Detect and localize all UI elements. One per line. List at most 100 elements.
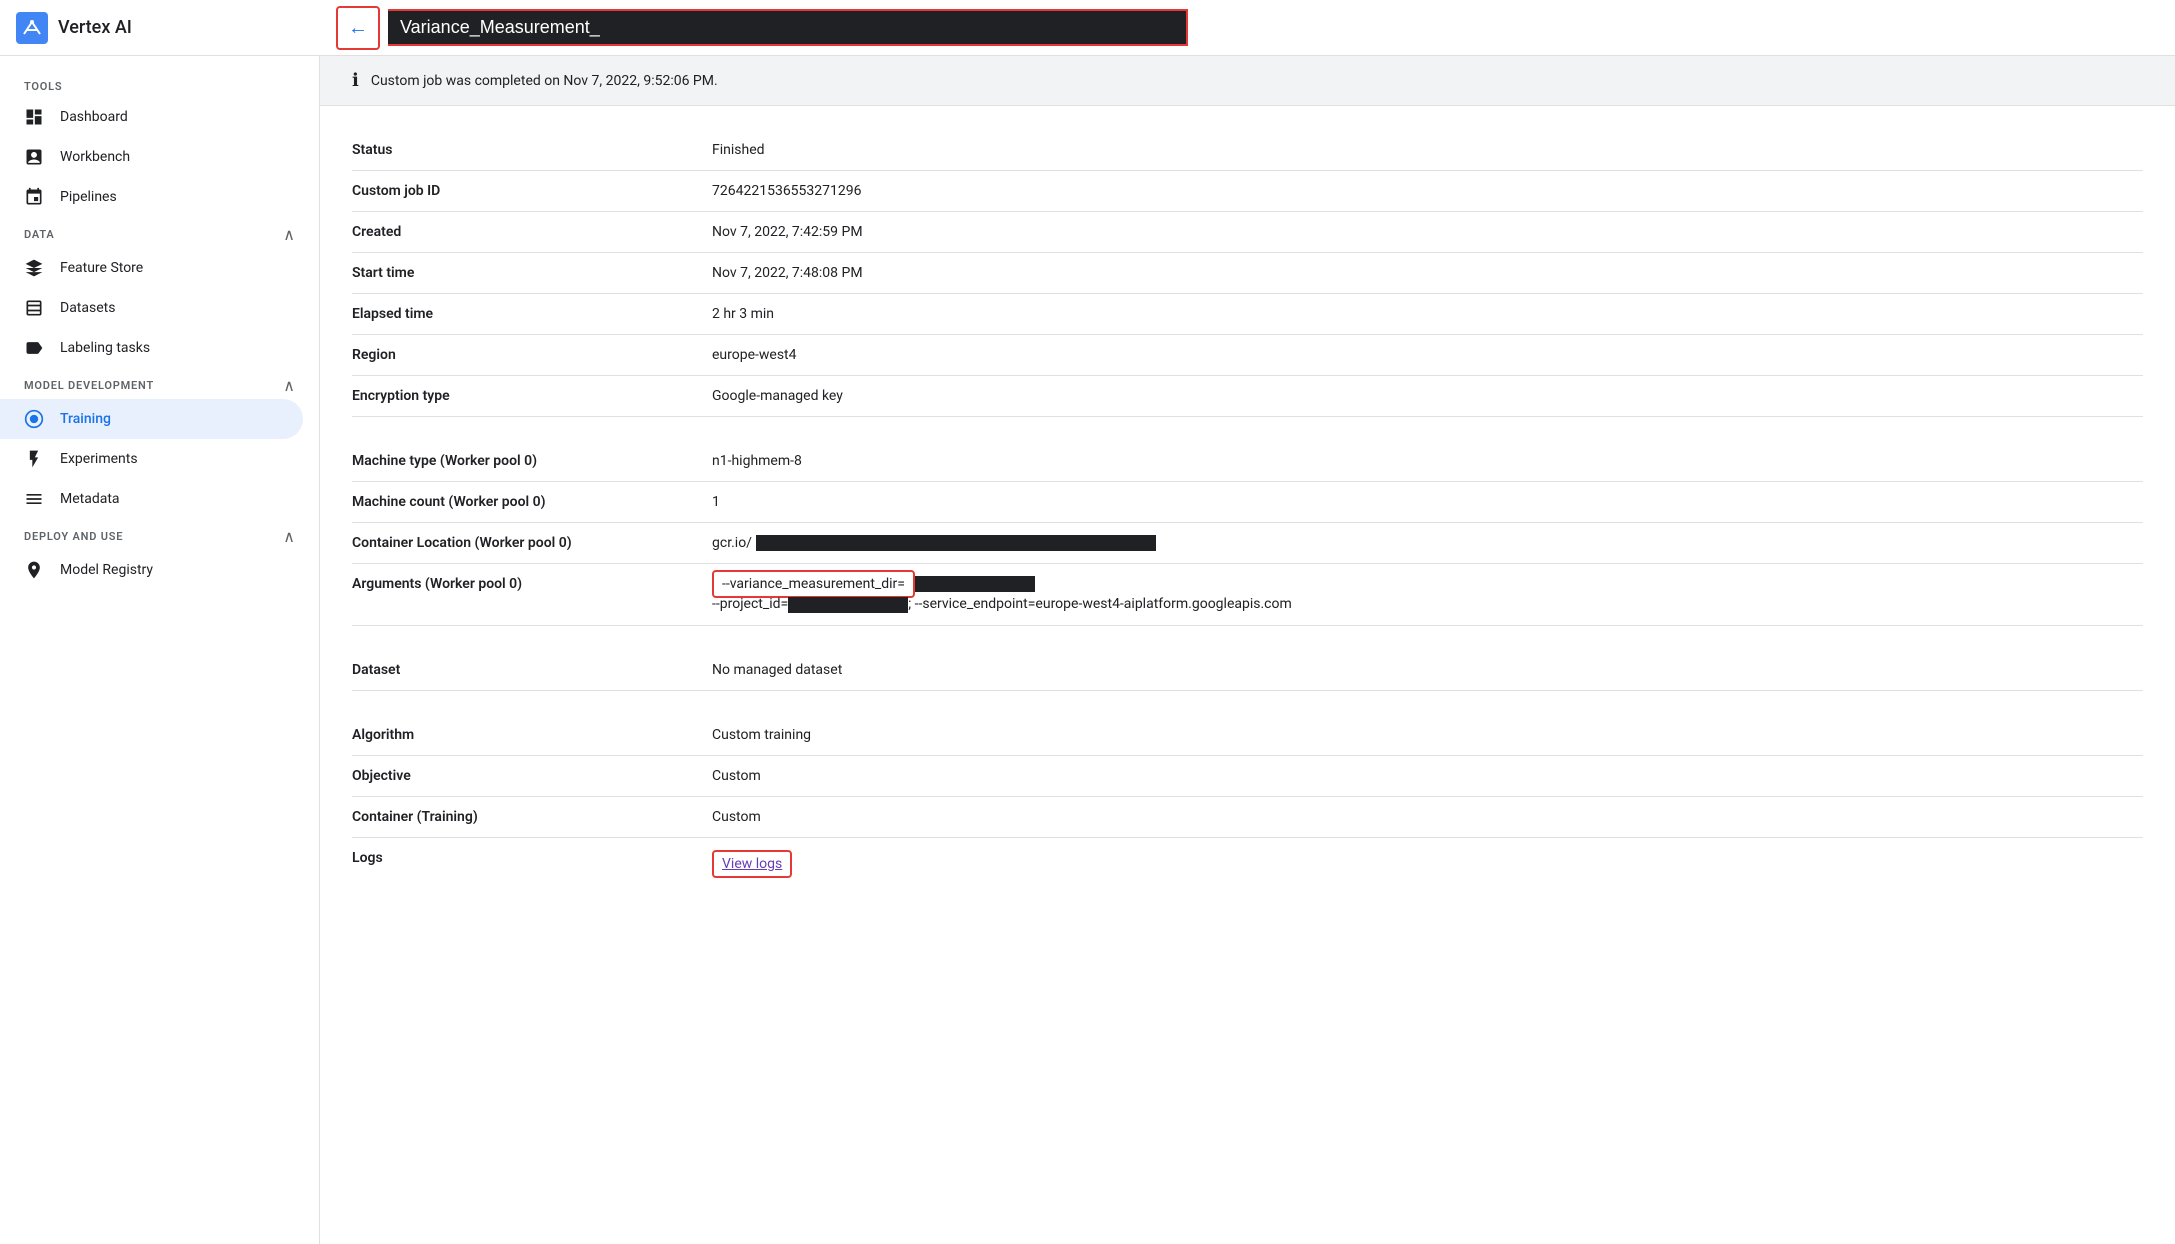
detail-row-job-id: Custom job ID 7264221536553271296 — [352, 171, 2143, 212]
model-dev-section-title: MODEL DEVELOPMENT — [24, 379, 154, 392]
app-title: Vertex AI — [58, 17, 132, 38]
data-section-title: DATA — [24, 228, 55, 241]
arg-project-redacted — [788, 597, 908, 613]
value-elapsed-time: 2 hr 3 min — [712, 306, 2143, 322]
sidebar-item-labeling-tasks-label: Labeling tasks — [60, 340, 150, 356]
detail-row-objective: Objective Custom — [352, 756, 2143, 797]
sidebar-item-model-registry[interactable]: Model Registry — [0, 550, 303, 590]
sidebar-item-model-registry-label: Model Registry — [60, 562, 153, 578]
value-status: Finished — [712, 142, 2143, 158]
sidebar-item-training[interactable]: Training — [0, 399, 303, 439]
back-button[interactable]: ← — [336, 6, 380, 50]
deploy-section-chevron[interactable]: ∧ — [283, 527, 295, 546]
view-logs-link[interactable]: View logs — [712, 850, 792, 878]
detail-row-machine-type: Machine type (Worker pool 0) n1-highmem-… — [352, 441, 2143, 482]
sidebar-item-dashboard-label: Dashboard — [60, 109, 128, 125]
banner-message: Custom job was completed on Nov 7, 2022,… — [371, 73, 718, 89]
detail-row-algorithm: Algorithm Custom training — [352, 715, 2143, 756]
detail-row-status: Status Finished — [352, 130, 2143, 171]
arg-line-2: --project_id=; --service_endpoint=europe… — [712, 596, 2143, 612]
label-dataset: Dataset — [352, 662, 712, 678]
dashboard-icon — [24, 107, 44, 127]
sidebar-item-workbench-label: Workbench — [60, 149, 130, 165]
label-arguments: Arguments (Worker pool 0) — [352, 576, 712, 592]
gcr-location-value: gcr.io/ — [712, 535, 1156, 551]
sidebar-item-pipelines[interactable]: Pipelines — [0, 177, 303, 217]
value-start-time: Nov 7, 2022, 7:48:08 PM — [712, 265, 2143, 281]
label-container-location: Container Location (Worker pool 0) — [352, 535, 712, 551]
label-container-training: Container (Training) — [352, 809, 712, 825]
detail-row-elapsed-time: Elapsed time 2 hr 3 min — [352, 294, 2143, 335]
main-layout: TOOLS Dashboard Workbench Pipelines DATA… — [0, 56, 2175, 1244]
container-location-redacted — [756, 535, 1156, 551]
label-logs: Logs — [352, 850, 712, 866]
model-dev-section-header: MODEL DEVELOPMENT ∧ — [0, 368, 319, 399]
metadata-icon — [24, 489, 44, 509]
value-logs: View logs — [712, 850, 2143, 878]
top-bar: Vertex AI ← — [0, 0, 2175, 56]
detail-row-encryption: Encryption type Google-managed key — [352, 376, 2143, 417]
sidebar-item-dashboard[interactable]: Dashboard — [0, 97, 303, 137]
value-arguments: --variance_measurement_dir= --project_id… — [712, 576, 2143, 613]
sidebar-item-datasets[interactable]: Datasets — [0, 288, 303, 328]
detail-row-logs: Logs View logs — [352, 838, 2143, 890]
label-icon — [24, 338, 44, 358]
label-algorithm: Algorithm — [352, 727, 712, 743]
value-container-location: gcr.io/ — [712, 535, 2143, 551]
pipelines-icon — [24, 187, 44, 207]
detail-row-start-time: Start time Nov 7, 2022, 7:48:08 PM — [352, 253, 2143, 294]
label-created: Created — [352, 224, 712, 240]
value-machine-count: 1 — [712, 494, 2143, 510]
data-section-header: DATA ∧ — [0, 217, 319, 248]
detail-row-container-location: Container Location (Worker pool 0) gcr.i… — [352, 523, 2143, 564]
workbench-icon — [24, 147, 44, 167]
page-name-input[interactable] — [388, 9, 1188, 46]
sidebar-item-datasets-label: Datasets — [60, 300, 115, 316]
label-objective: Objective — [352, 768, 712, 784]
sidebar-item-feature-store[interactable]: Feature Store — [0, 248, 303, 288]
label-elapsed-time: Elapsed time — [352, 306, 712, 322]
details-table: Status Finished Custom job ID 7264221536… — [320, 106, 2175, 914]
detail-row-arguments: Arguments (Worker pool 0) --variance_mea… — [352, 564, 2143, 626]
training-icon — [24, 409, 44, 429]
sidebar-item-metadata[interactable]: Metadata — [0, 479, 303, 519]
detail-row-container-training: Container (Training) Custom — [352, 797, 2143, 838]
model-registry-icon — [24, 560, 44, 580]
tools-section-title: TOOLS — [0, 72, 319, 97]
value-container-training: Custom — [712, 809, 2143, 825]
label-encryption: Encryption type — [352, 388, 712, 404]
info-banner: ℹ Custom job was completed on Nov 7, 202… — [320, 56, 2175, 106]
value-created: Nov 7, 2022, 7:42:59 PM — [712, 224, 2143, 240]
experiments-icon — [24, 449, 44, 469]
sidebar-item-training-label: Training — [60, 411, 111, 427]
data-section-chevron[interactable]: ∧ — [283, 225, 295, 244]
label-job-id: Custom job ID — [352, 183, 712, 199]
sidebar-item-metadata-label: Metadata — [60, 491, 120, 507]
detail-row-dataset: Dataset No managed dataset — [352, 650, 2143, 691]
value-job-id: 7264221536553271296 — [712, 183, 2143, 199]
detail-row-created: Created Nov 7, 2022, 7:42:59 PM — [352, 212, 2143, 253]
detail-row-region: Region europe-west4 — [352, 335, 2143, 376]
sidebar-item-feature-store-label: Feature Store — [60, 260, 143, 276]
sidebar: TOOLS Dashboard Workbench Pipelines DATA… — [0, 56, 320, 1244]
sidebar-item-workbench[interactable]: Workbench — [0, 137, 303, 177]
content-area: ℹ Custom job was completed on Nov 7, 202… — [320, 56, 2175, 1244]
value-dataset: No managed dataset — [712, 662, 2143, 678]
arg-line-1: --variance_measurement_dir= — [712, 576, 2143, 592]
app-logo-area: Vertex AI — [16, 12, 336, 44]
detail-row-machine-count: Machine count (Worker pool 0) 1 — [352, 482, 2143, 523]
label-region: Region — [352, 347, 712, 363]
value-objective: Custom — [712, 768, 2143, 784]
sidebar-item-pipelines-label: Pipelines — [60, 189, 117, 205]
value-encryption: Google-managed key — [712, 388, 2143, 404]
vertex-ai-logo-icon — [16, 12, 48, 44]
sidebar-item-labeling-tasks[interactable]: Labeling tasks — [0, 328, 303, 368]
arg-variance-box: --variance_measurement_dir= — [712, 570, 915, 598]
label-status: Status — [352, 142, 712, 158]
sidebar-item-experiments[interactable]: Experiments — [0, 439, 303, 479]
label-machine-type: Machine type (Worker pool 0) — [352, 453, 712, 469]
value-region: europe-west4 — [712, 347, 2143, 363]
model-dev-section-chevron[interactable]: ∧ — [283, 376, 295, 395]
label-machine-count: Machine count (Worker pool 0) — [352, 494, 712, 510]
label-start-time: Start time — [352, 265, 712, 281]
